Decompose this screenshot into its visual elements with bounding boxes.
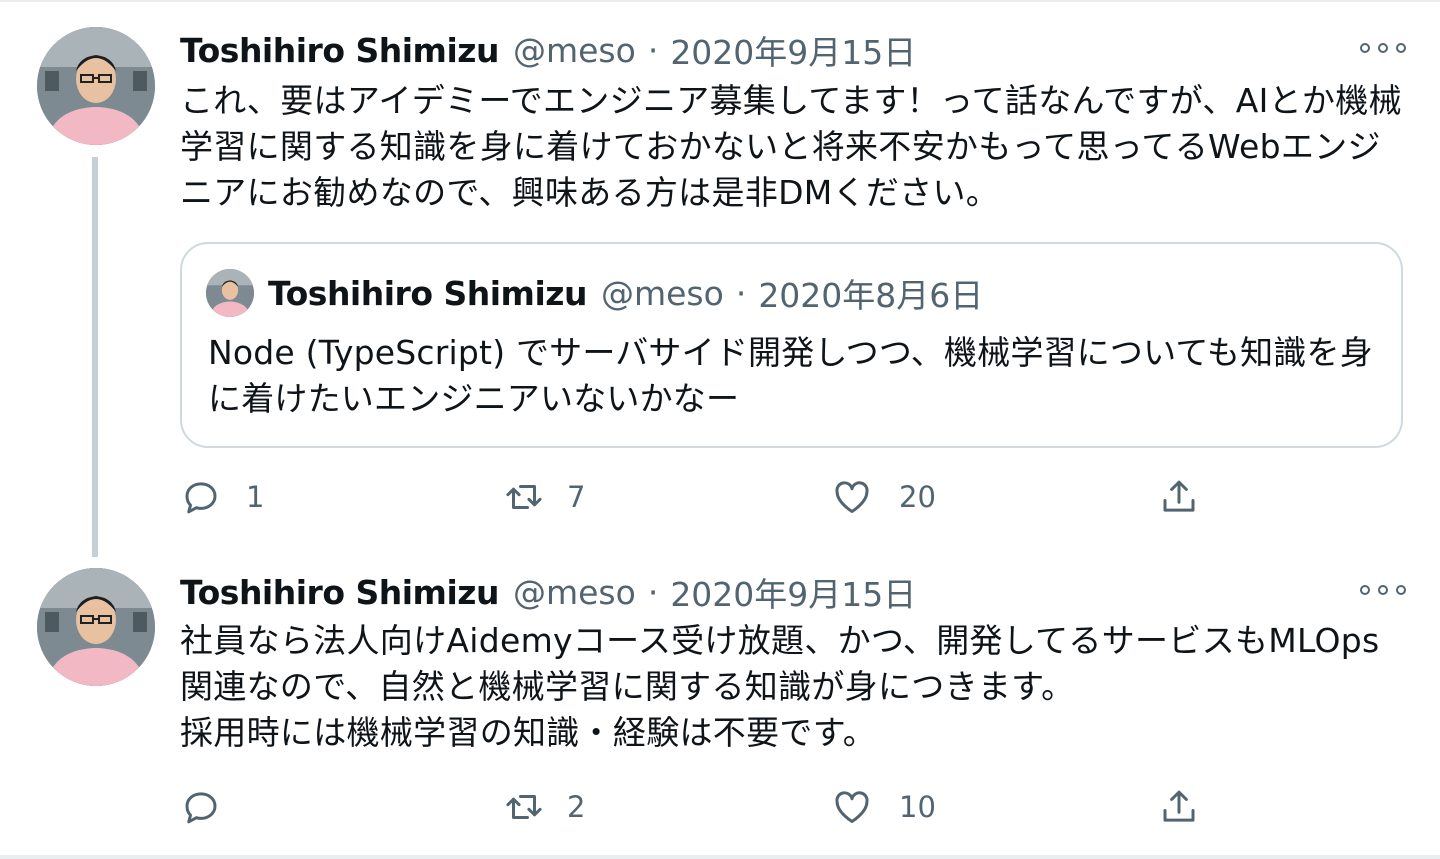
- quoted-author-handle: @meso: [600, 273, 724, 313]
- author-handle[interactable]: @meso: [513, 31, 636, 70]
- like-count: 20: [899, 480, 936, 514]
- author-name[interactable]: Toshihiro Shimizu: [180, 573, 499, 612]
- retweet-icon: [506, 795, 542, 819]
- heart-icon: [835, 481, 869, 514]
- tweet-text: これ、要はアイデミーでエンジニア募集してます！って話なんですが、AIとか機械学習…: [180, 81, 1402, 212]
- quoted-text: Node (TypeScript) でサーバサイド開発しつつ、機械学習についても…: [208, 333, 1373, 418]
- like-count: 10: [899, 790, 936, 824]
- quoted-tweet[interactable]: Toshihiro Shimizu @meso · 2020年8月6日 Node…: [180, 242, 1403, 448]
- like-button[interactable]: 20: [831, 472, 936, 522]
- share-button[interactable]: [1158, 472, 1200, 522]
- tweet[interactable]: Toshihiro Shimizu @meso · 2020年9月15日 これ、…: [0, 0, 1440, 557]
- retweet-button[interactable]: 7: [503, 472, 585, 522]
- quoted-avatar: [206, 269, 254, 317]
- share-upload-icon: [1163, 790, 1195, 822]
- avatar[interactable]: [37, 568, 155, 686]
- reply-button[interactable]: 1: [180, 472, 264, 522]
- separator-dot: ·: [647, 30, 659, 70]
- tweet-header: Toshihiro Shimizu @meso · 2020年9月15日: [180, 569, 916, 615]
- more-horizontal-icon[interactable]: [1360, 580, 1406, 600]
- bottom-divider: [0, 855, 1440, 859]
- heart-icon: [835, 791, 869, 824]
- avatar[interactable]: [37, 27, 155, 145]
- tweet-text: 社員なら法人向けAidemyコース受け放題、かつ、開発してるサービスもMLOps…: [180, 621, 1380, 752]
- quoted-date: 2020年8月6日: [758, 276, 984, 315]
- reply-bubble-icon: [185, 482, 217, 514]
- retweet-icon: [506, 485, 542, 509]
- tweet[interactable]: Toshihiro Shimizu @meso · 2020年9月15日 社員な…: [0, 555, 1440, 855]
- retweet-count: 2: [567, 790, 586, 824]
- tweet-actions: 2 10: [0, 782, 1440, 832]
- like-button[interactable]: 10: [831, 782, 936, 832]
- tweet-header: Toshihiro Shimizu @meso · 2020年9月15日: [180, 27, 916, 73]
- separator-dot: ·: [647, 572, 659, 612]
- reply-button[interactable]: [180, 782, 246, 832]
- more-horizontal-icon[interactable]: [1360, 38, 1406, 58]
- share-upload-icon: [1163, 480, 1195, 512]
- share-button[interactable]: [1158, 782, 1200, 832]
- retweet-button[interactable]: 2: [503, 782, 585, 832]
- quoted-header: Toshihiro Shimizu @meso · 2020年8月6日: [268, 270, 983, 316]
- author-handle[interactable]: @meso: [513, 573, 636, 612]
- tweet-date[interactable]: 2020年9月15日: [670, 568, 916, 616]
- retweet-count: 7: [567, 480, 586, 514]
- reply-count: 1: [246, 480, 265, 514]
- reply-bubble-icon: [185, 792, 217, 824]
- quoted-author-name: Toshihiro Shimizu: [268, 273, 587, 313]
- tweet-actions: 1 7 20: [0, 472, 1440, 522]
- tweet-date[interactable]: 2020年9月15日: [670, 26, 916, 74]
- separator-dot: ·: [735, 273, 747, 313]
- author-name[interactable]: Toshihiro Shimizu: [180, 31, 499, 70]
